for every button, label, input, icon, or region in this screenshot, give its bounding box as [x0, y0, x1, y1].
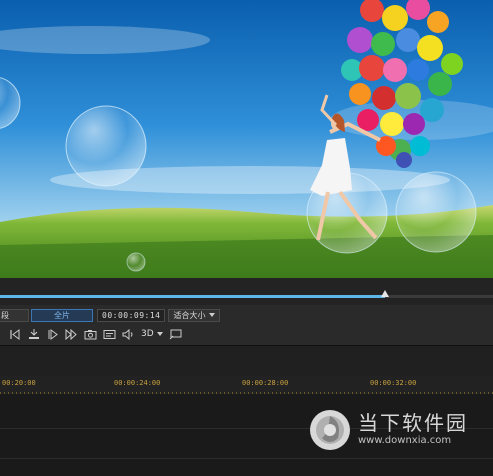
video-preview: [0, 0, 493, 278]
scrubber-handle[interactable]: [380, 290, 389, 297]
next-frame-icon[interactable]: [65, 328, 78, 341]
scrubber-progress: [0, 295, 385, 298]
chevron-down-icon: [209, 313, 216, 317]
timeline-ruler[interactable]: 00:20:00 00:00:24:00 00:00:28:00 00:00:3…: [0, 376, 493, 394]
external-display-icon[interactable]: [169, 328, 182, 341]
clip-mode-button[interactable]: 段: [0, 308, 29, 322]
scrubber-track[interactable]: [0, 290, 493, 298]
mark-in-icon[interactable]: [27, 328, 40, 341]
timecode-display[interactable]: 00:00:09:14: [97, 308, 166, 322]
3d-mode-label: 3D: [141, 329, 154, 339]
ruler-label: 00:20:00: [2, 379, 36, 387]
ruler-label: 00:00:28:00: [242, 379, 289, 387]
3d-mode-button[interactable]: 3D: [141, 329, 163, 339]
snapshot-icon[interactable]: [84, 328, 97, 341]
fit-size-label: 适合大小: [173, 310, 206, 320]
watermark: 当下软件园 www.downxia.com: [308, 404, 488, 456]
downxia-logo-icon: [310, 410, 350, 450]
playback-controls: 段 全片 00:00:09:14 适合大小 3D: [0, 305, 493, 345]
fit-size-select[interactable]: 适合大小: [168, 308, 221, 322]
scrubber-bar[interactable]: [0, 278, 493, 305]
caption-icon[interactable]: [103, 328, 116, 341]
track-divider: [0, 458, 493, 459]
timeline-header: [0, 345, 493, 376]
prev-frame-icon[interactable]: [8, 328, 21, 341]
play-icon[interactable]: [46, 328, 59, 341]
watermark-url: www.downxia.com: [358, 435, 452, 446]
chevron-down-icon: [156, 332, 163, 336]
watermark-brand: 当下软件园: [358, 411, 468, 435]
volume-icon[interactable]: [122, 328, 135, 341]
full-movie-mode-button[interactable]: 全片: [31, 308, 93, 322]
ruler-label: 00:00:24:00: [114, 379, 161, 387]
ruler-label: 00:00:32:00: [370, 379, 417, 387]
